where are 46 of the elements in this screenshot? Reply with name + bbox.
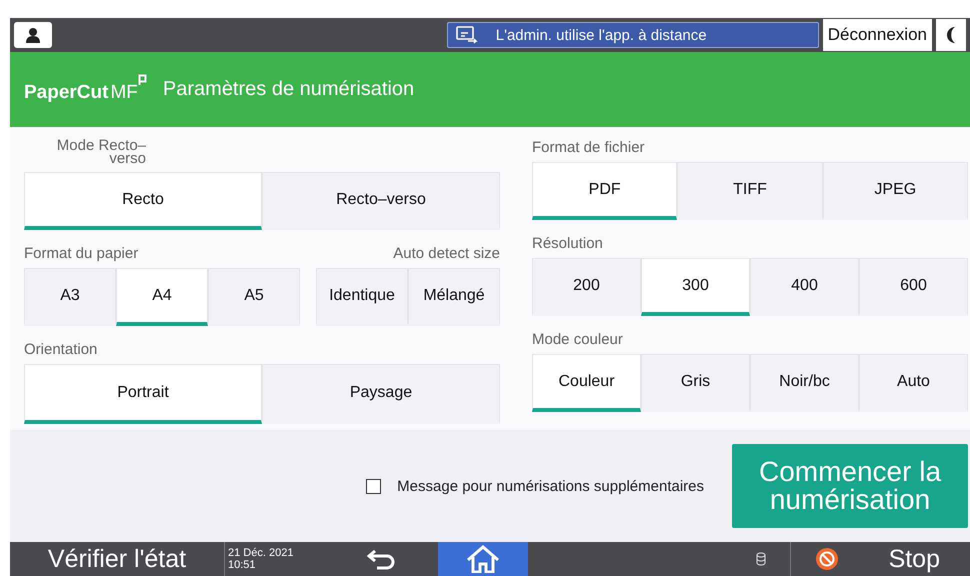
option-tab[interactable]: Mélangé: [408, 268, 500, 326]
option-tab[interactable]: 600: [859, 258, 968, 316]
sleep-button[interactable]: [936, 19, 966, 51]
extra-scans-checkbox[interactable]: Message pour numérisations supplémentaires: [366, 478, 704, 494]
option-tab[interactable]: PDF: [532, 162, 678, 220]
section-label: Mode Recto– verso: [56, 139, 146, 165]
section-label: Orientation: [24, 341, 98, 359]
option-tab[interactable]: A4: [116, 268, 208, 326]
remote-notice[interactable]: L'admin. utilise l'app. à distance: [446, 22, 819, 48]
section-label: Format du papier: [24, 245, 138, 263]
option-tab[interactable]: Couleur: [532, 354, 641, 412]
logout-button[interactable]: Déconnexion: [822, 19, 932, 51]
option-tab[interactable]: Gris: [641, 354, 750, 412]
option-tab[interactable]: A3: [24, 268, 116, 326]
remote-screen-icon: [456, 26, 478, 44]
option-tab[interactable]: Recto: [24, 172, 262, 230]
option-tab[interactable]: TIFF: [677, 162, 823, 220]
option-tab[interactable]: JPEG: [822, 162, 968, 220]
stop-icon: [814, 547, 839, 571]
option-tab[interactable]: Identique: [316, 268, 408, 326]
section-label: Auto detect size: [393, 245, 500, 263]
option-tab[interactable]: 400: [750, 258, 859, 316]
storage-icon: [756, 552, 766, 566]
date-text: 21 Déc. 2021: [228, 547, 294, 559]
option-tab[interactable]: Noir/bc: [750, 354, 859, 412]
option-tab[interactable]: Portrait: [24, 364, 262, 424]
option-tab[interactable]: Auto: [859, 354, 968, 412]
time-text: 10:51: [228, 559, 257, 571]
section-label: Format de fichier: [532, 139, 646, 157]
user-button[interactable]: [14, 22, 52, 48]
back-icon: [367, 548, 397, 570]
option-tab[interactable]: 300: [641, 258, 750, 316]
stop-button[interactable]: Stop: [790, 542, 970, 576]
option-tab[interactable]: Recto–verso: [262, 172, 500, 230]
logo: PaperCutMF: [24, 74, 147, 105]
check-status-button[interactable]: Vérifier l'état: [10, 542, 224, 576]
home-icon: [466, 545, 500, 573]
section-label: Résolution: [532, 235, 604, 253]
section-label: Mode couleur: [532, 331, 624, 349]
option-tab[interactable]: 200: [532, 258, 641, 316]
page-title: Paramètres de numérisation: [162, 78, 414, 101]
option-tab[interactable]: Paysage: [262, 364, 500, 424]
moon-icon: [945, 26, 957, 44]
option-tab[interactable]: A5: [208, 268, 300, 326]
user-icon: [25, 27, 41, 43]
home-button[interactable]: [438, 542, 528, 576]
